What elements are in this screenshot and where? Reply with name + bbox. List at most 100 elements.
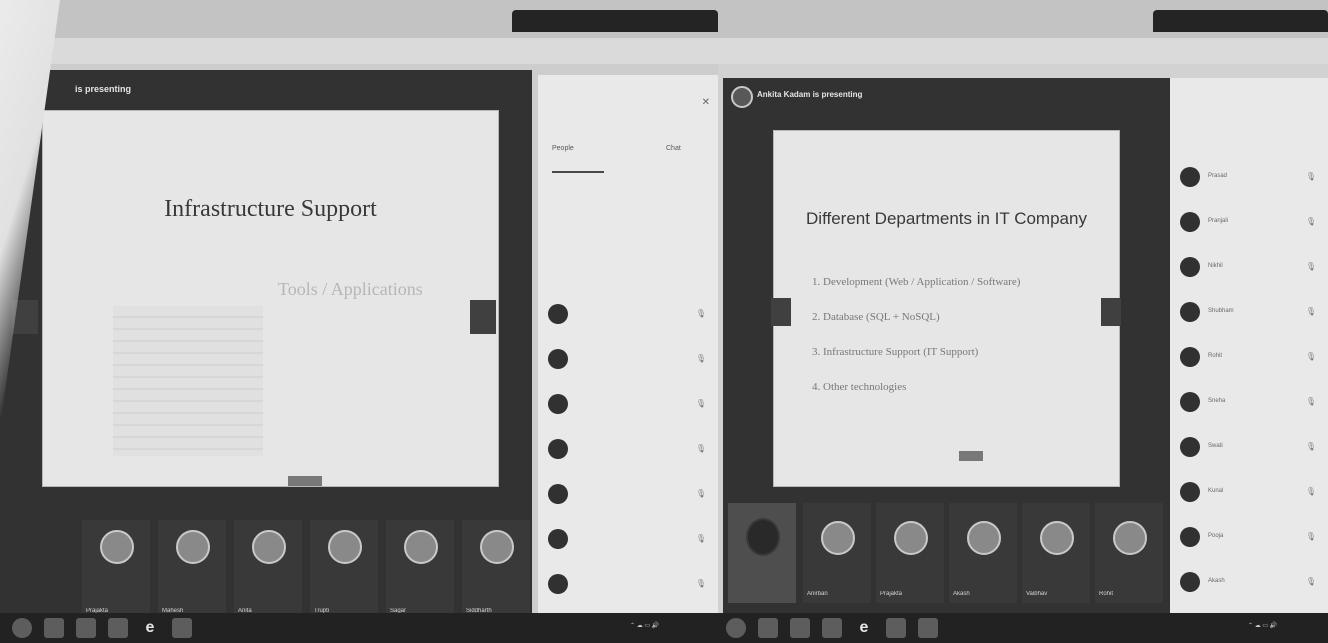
next-slide-button[interactable] [470, 300, 496, 334]
avatar [967, 521, 1001, 555]
participant-tile[interactable]: Vaibhav [1022, 503, 1090, 603]
meeting-stage: Ankita Kadam is presenting Different Dep… [723, 78, 1173, 615]
taskbar-app-icon[interactable] [172, 618, 192, 638]
participant-tile[interactable]: Mahesh [158, 520, 226, 620]
list-item[interactable]: Swati 🎙 [1180, 433, 1318, 463]
taskbar-app-icon[interactable] [758, 618, 778, 638]
taskbar-app-icon[interactable] [918, 618, 938, 638]
browser-tab[interactable] [100, 10, 210, 32]
browser-tab[interactable] [390, 10, 500, 32]
address-bar[interactable] [0, 38, 718, 64]
tab-people[interactable]: People [552, 145, 574, 152]
participant-tile[interactable]: Prajakta [82, 520, 150, 620]
start-icon[interactable] [12, 618, 32, 638]
taskbar-app-icon[interactable] [886, 618, 906, 638]
mic-icon[interactable]: 🎙 [696, 354, 706, 363]
slide-nav-control[interactable] [959, 451, 983, 461]
mic-icon[interactable]: 🎙 [1306, 172, 1316, 181]
mic-icon[interactable]: 🎙 [696, 309, 706, 318]
avatar [1180, 527, 1200, 547]
mic-icon[interactable]: 🎙 [696, 489, 706, 498]
participant-tile[interactable]: Prajakta [876, 503, 944, 603]
avatar [1180, 437, 1200, 457]
list-item[interactable]: 🎙 [548, 525, 708, 555]
list-item[interactable]: Prasad 🎙 [1180, 163, 1318, 193]
people-panel: People Chat ✕ 🎙 🎙 🎙 🎙 🎙 🎙 🎙 [538, 75, 718, 615]
avatar [894, 521, 928, 555]
participant-tile[interactable]: Siddharth [462, 520, 530, 620]
participant-name: Pooja [1208, 533, 1224, 539]
address-bar[interactable] [718, 38, 1328, 64]
list-item[interactable]: Pooja 🎙 [1180, 523, 1318, 553]
mic-icon[interactable]: 🎙 [1306, 577, 1316, 586]
mic-icon[interactable]: 🎙 [1306, 262, 1316, 271]
people-panel: Prasad 🎙 Pranjali 🎙 Nikhil 🎙 Shubham 🎙 Rohit… [1170, 78, 1328, 615]
list-item[interactable]: Shubham 🎙 [1180, 298, 1318, 328]
list-item[interactable]: Rohit 🎙 [1180, 343, 1318, 373]
slide-list [113, 306, 263, 456]
browser-tab[interactable] [738, 10, 818, 32]
prev-slide-button[interactable] [771, 298, 791, 326]
participant-tile[interactable]: Sagar [386, 520, 454, 620]
tab-chat[interactable]: Chat [666, 145, 681, 152]
participant-tile[interactable]: Akash [949, 503, 1017, 603]
taskbar-app-icon[interactable] [790, 618, 810, 638]
mic-icon[interactable]: 🎙 [1306, 307, 1316, 316]
mic-icon[interactable]: 🎙 [696, 399, 706, 408]
list-item[interactable]: Pranjali 🎙 [1180, 208, 1318, 238]
presenter-avatar [731, 86, 753, 108]
browser-tab[interactable] [1048, 10, 1138, 32]
list-item[interactable]: 🎙 [548, 570, 708, 600]
close-icon[interactable]: ✕ [702, 97, 710, 108]
mic-icon[interactable]: 🎙 [1306, 217, 1316, 226]
participant-tile[interactable]: Rohit [1095, 503, 1163, 603]
list-item[interactable]: 🎙 [548, 300, 708, 330]
participant-tile[interactable] [728, 503, 796, 603]
browser-tab-active[interactable] [512, 10, 718, 32]
browser-tab[interactable] [948, 10, 1038, 32]
mic-icon[interactable]: 🎙 [696, 444, 706, 453]
list-item[interactable]: Kunal 🎙 [1180, 478, 1318, 508]
list-item[interactable]: Sneha 🎙 [1180, 388, 1318, 418]
start-icon[interactable] [726, 618, 746, 638]
edge-icon[interactable]: e [140, 618, 160, 638]
browser-tab[interactable] [838, 10, 928, 32]
mic-icon[interactable]: 🎙 [696, 534, 706, 543]
list-item[interactable]: 🎙 [548, 345, 708, 375]
edge-icon[interactable]: e [854, 618, 874, 638]
list-item[interactable]: 🎙 [548, 435, 708, 465]
mic-icon[interactable]: 🎙 [1306, 442, 1316, 451]
mic-icon[interactable]: 🎙 [696, 579, 706, 588]
tile-name: Prajakta [880, 591, 903, 597]
mic-icon[interactable]: 🎙 [1306, 532, 1316, 541]
participant-tile[interactable]: Trupti [310, 520, 378, 620]
mic-icon[interactable]: 🎙 [1306, 487, 1316, 496]
taskbar-app-icon[interactable] [108, 618, 128, 638]
participant-name: Swati [1208, 443, 1223, 449]
taskbar-app-icon[interactable] [76, 618, 96, 638]
avatar [404, 530, 438, 564]
taskbar-app-icon[interactable] [44, 618, 64, 638]
avatar [176, 530, 210, 564]
tile-name: Akash [953, 591, 970, 597]
mic-icon[interactable]: 🎙 [1306, 352, 1316, 361]
participant-tile[interactable]: Anirban [803, 503, 871, 603]
next-slide-button[interactable] [1101, 298, 1121, 326]
list-item[interactable]: Nikhil 🎙 [1180, 253, 1318, 283]
avatar [548, 439, 568, 459]
list-item[interactable]: 🎙 [548, 480, 708, 510]
list-item[interactable]: 🎙 [548, 390, 708, 420]
slide-nav-control[interactable] [288, 476, 322, 486]
left-monitor: is presenting Infrastructure Support Too… [0, 0, 718, 643]
slide-title: Different Departments in IT Company [806, 209, 1087, 228]
shared-slide: Infrastructure Support Tools / Applicati… [42, 110, 499, 487]
list-item[interactable]: Akash 🎙 [1180, 568, 1318, 598]
mic-icon[interactable]: 🎙 [1306, 397, 1316, 406]
browser-tab-active[interactable] [1153, 10, 1328, 32]
taskbar-app-icon[interactable] [822, 618, 842, 638]
browser-tab[interactable] [260, 10, 370, 32]
system-tray[interactable]: ⌃ ☁ ▭ 🔊 [630, 622, 659, 629]
participant-tile[interactable]: Anita [234, 520, 302, 620]
avatar [548, 484, 568, 504]
system-tray[interactable]: ⌃ ☁ ▭ 🔊 [1248, 622, 1277, 629]
